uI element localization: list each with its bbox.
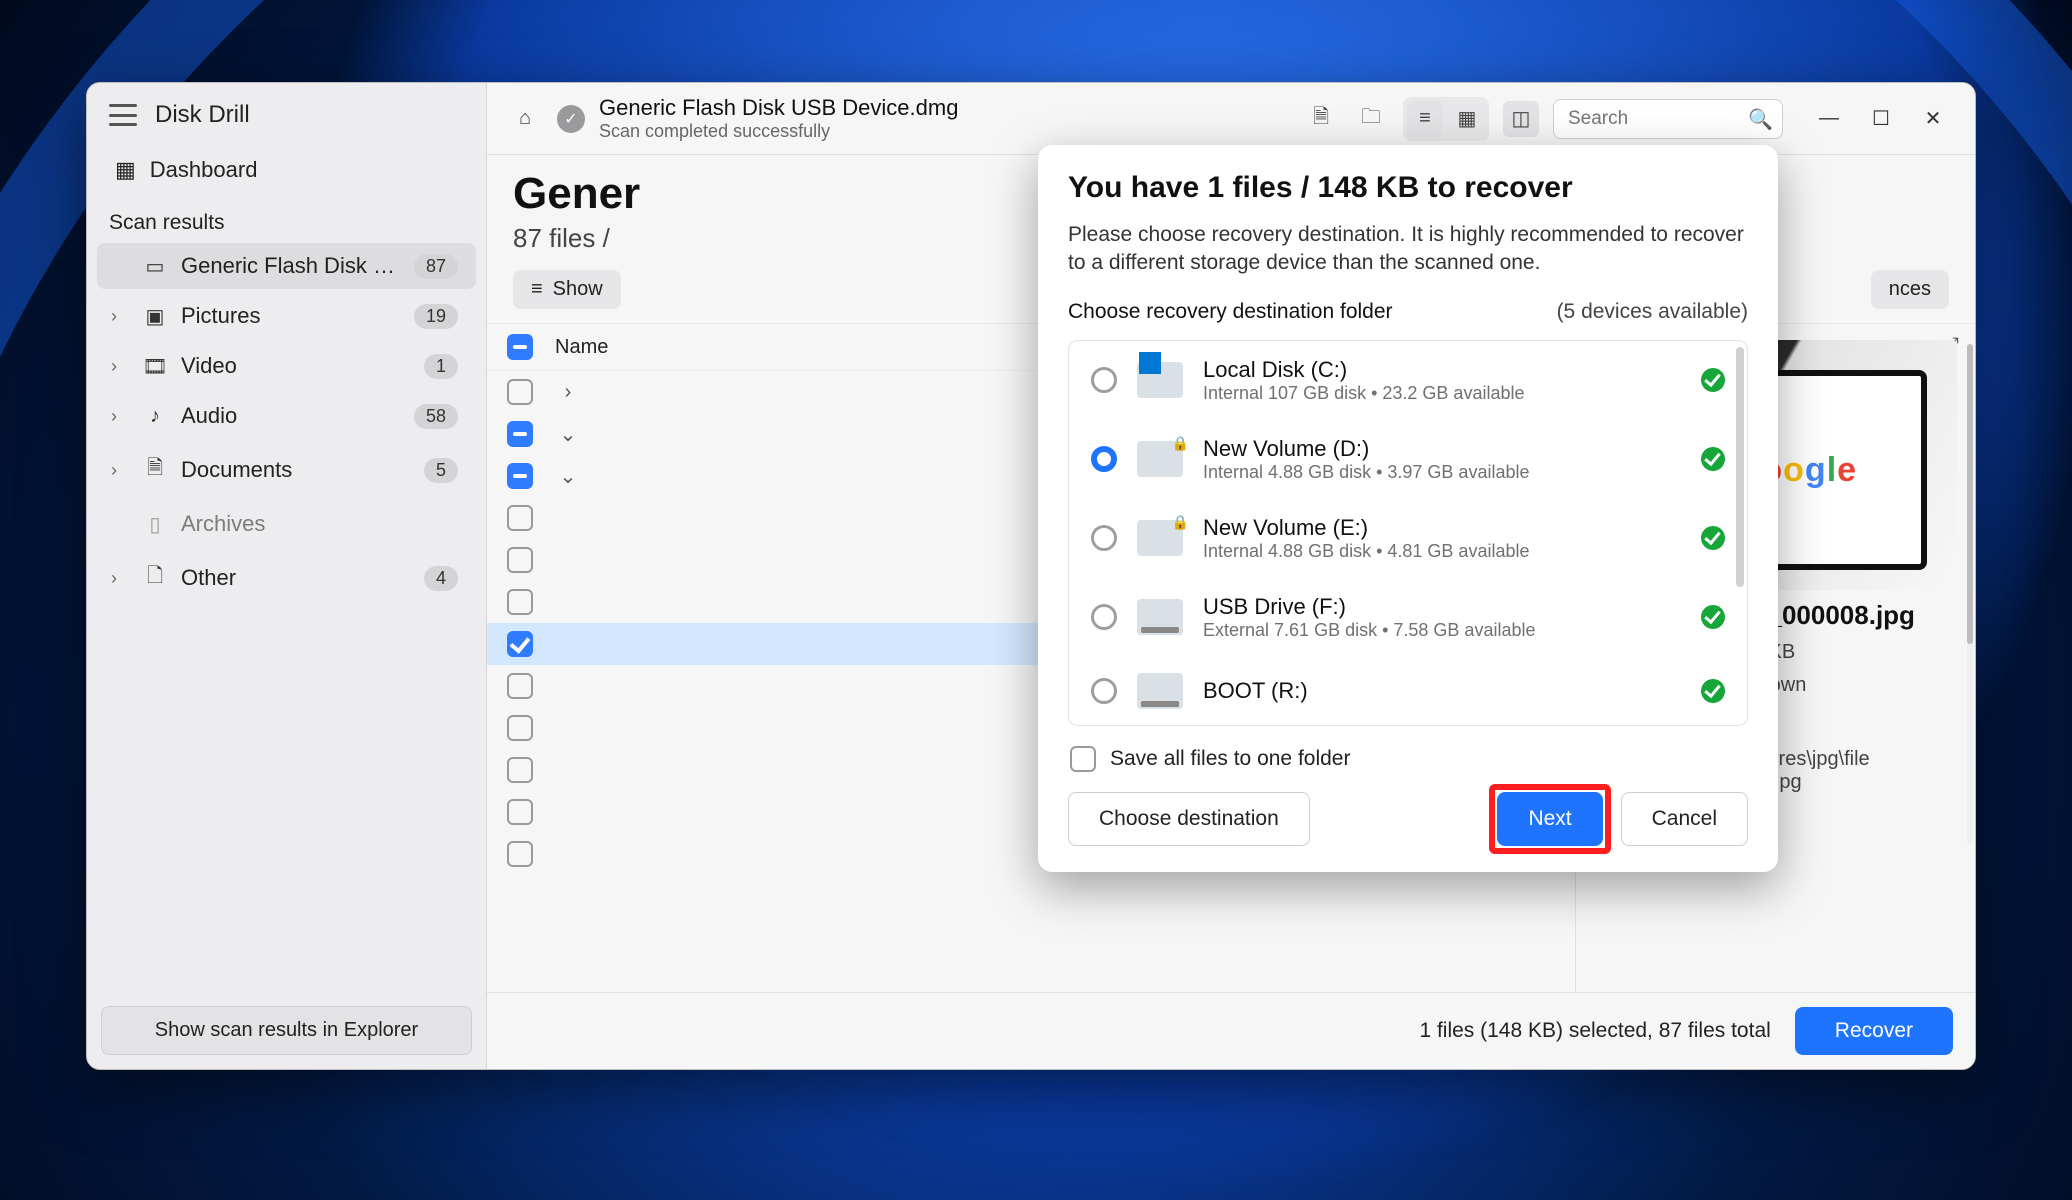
sidebar-item-label: Pictures	[181, 303, 400, 329]
device-name: USB Drive (F:)	[1203, 594, 1681, 620]
device-name: Local Disk (C:)	[1203, 357, 1681, 383]
document-icon: 🗎	[143, 453, 167, 487]
main: ⌂ ✓ Generic Flash Disk USB Device.dmg Sc…	[487, 83, 1975, 1069]
device-name: New Volume (E:)	[1203, 515, 1681, 541]
choose-destination-button[interactable]: Choose destination	[1068, 792, 1310, 846]
chevron-right-icon: ›	[111, 460, 129, 481]
sidebar-item-label: Documents	[181, 457, 410, 483]
chevron-right-icon: ›	[111, 406, 129, 427]
status-ok-icon	[1701, 447, 1725, 471]
drive-icon	[1137, 599, 1183, 635]
count-badge: 4	[424, 566, 458, 591]
device-name: New Volume (D:)	[1203, 436, 1681, 462]
recovery-destination-modal: You have 1 files / 148 KB to recover Ple…	[1038, 145, 1778, 872]
other-icon: 🗋	[143, 561, 167, 595]
grid-icon: ▦	[115, 157, 136, 183]
device-radio[interactable]	[1091, 604, 1117, 630]
status-ok-icon	[1701, 368, 1725, 392]
next-button[interactable]: Next	[1497, 792, 1602, 846]
device-option[interactable]: USB Drive (F:)External 7.61 GB disk • 7.…	[1069, 578, 1747, 657]
count-badge: 5	[424, 458, 458, 483]
sidebar-item-other[interactable]: › 🗋 Other 4	[97, 551, 476, 605]
count-badge: 1	[424, 354, 458, 379]
drive-icon	[1137, 520, 1183, 556]
device-radio[interactable]	[1091, 678, 1117, 704]
dashboard-label: Dashboard	[150, 157, 258, 183]
device-sub: External 7.61 GB disk • 7.58 GB availabl…	[1203, 620, 1681, 641]
status-ok-icon	[1701, 679, 1725, 703]
device-sub: Internal 4.88 GB disk • 3.97 GB availabl…	[1203, 462, 1681, 483]
sidebar-item-audio[interactable]: › ♪ Audio 58	[97, 393, 476, 439]
device-name: Generic Flash Disk USB D...	[181, 253, 400, 279]
sidebar-item-pictures[interactable]: › ▣ Pictures 19	[97, 293, 476, 339]
app-title: Disk Drill	[155, 101, 250, 129]
drive-icon	[1137, 362, 1183, 398]
device-radio[interactable]	[1091, 367, 1117, 393]
save-all-toggle[interactable]: Save all files to one folder	[1068, 742, 1748, 776]
chevron-right-icon: ›	[111, 306, 129, 327]
modal-device-count: (5 devices available)	[1557, 300, 1748, 324]
archive-icon: ▯	[143, 512, 167, 537]
modal-subhead: Choose recovery destination folder	[1068, 300, 1393, 324]
drive-icon	[1137, 441, 1183, 477]
sidebar: Disk Drill ▦ Dashboard Scan results ▭ Ge…	[87, 83, 487, 1069]
device-option[interactable]: Local Disk (C:)Internal 107 GB disk • 23…	[1069, 341, 1747, 420]
cancel-button[interactable]: Cancel	[1621, 792, 1748, 846]
device-list-scrollbar[interactable]	[1736, 347, 1744, 587]
status-ok-icon	[1701, 605, 1725, 629]
app-window: Disk Drill ▦ Dashboard Scan results ▭ Ge…	[86, 82, 1976, 1070]
device-option[interactable]: New Volume (E:)Internal 4.88 GB disk • 4…	[1069, 499, 1747, 578]
menu-icon[interactable]	[109, 104, 137, 126]
modal-intro: Please choose recovery destination. It i…	[1068, 221, 1748, 278]
sidebar-device[interactable]: ▭ Generic Flash Disk USB D... 87	[97, 243, 476, 289]
video-icon: 🎞	[143, 354, 167, 379]
show-in-explorer-button[interactable]: Show scan results in Explorer	[101, 1006, 472, 1055]
sidebar-item-label: Video	[181, 353, 410, 379]
device-sub: Internal 107 GB disk • 23.2 GB available	[1203, 383, 1681, 404]
modal-title: You have 1 files / 148 KB to recover	[1068, 171, 1748, 205]
device-radio[interactable]	[1091, 525, 1117, 551]
sidebar-dashboard[interactable]: ▦ Dashboard	[87, 139, 486, 201]
device-count-badge: 87	[414, 254, 458, 279]
audio-icon: ♪	[143, 405, 167, 428]
picture-icon: ▣	[143, 304, 167, 329]
sidebar-item-label: Archives	[181, 511, 458, 537]
device-option[interactable]: New Volume (D:)Internal 4.88 GB disk • 3…	[1069, 420, 1747, 499]
drive-icon	[1137, 673, 1183, 709]
sidebar-item-label: Other	[181, 565, 410, 591]
save-all-checkbox[interactable]	[1070, 746, 1096, 772]
count-badge: 58	[414, 404, 458, 429]
sidebar-item-archives[interactable]: ▯ Archives	[97, 501, 476, 547]
device-list: Local Disk (C:)Internal 107 GB disk • 23…	[1068, 340, 1748, 726]
device-radio[interactable]	[1091, 446, 1117, 472]
sidebar-item-documents[interactable]: › 🗎 Documents 5	[97, 443, 476, 497]
scan-results-label: Scan results	[87, 201, 486, 241]
sidebar-item-video[interactable]: › 🎞 Video 1	[97, 343, 476, 389]
status-ok-icon	[1701, 526, 1725, 550]
save-all-label: Save all files to one folder	[1110, 747, 1350, 771]
chevron-right-icon: ›	[111, 356, 129, 377]
sidebar-item-label: Audio	[181, 403, 400, 429]
device-sub: Internal 4.88 GB disk • 4.81 GB availabl…	[1203, 541, 1681, 562]
disk-icon: ▭	[143, 254, 167, 279]
device-option[interactable]: BOOT (R:)	[1069, 657, 1747, 725]
chevron-right-icon: ›	[111, 568, 129, 589]
device-name: BOOT (R:)	[1203, 678, 1681, 704]
count-badge: 19	[414, 304, 458, 329]
